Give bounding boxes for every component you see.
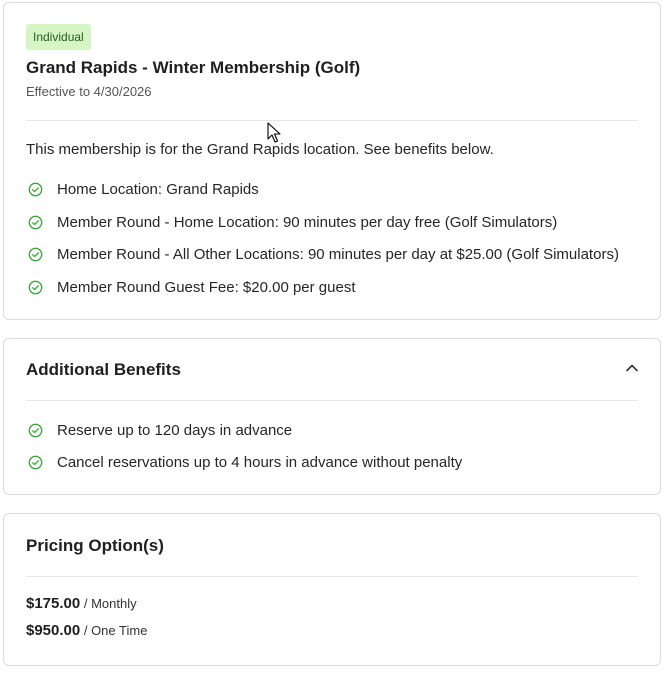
check-circle-icon bbox=[28, 423, 43, 437]
benefit-item: Home Location: Grand Rapids bbox=[28, 178, 259, 200]
price-amount: $950.00 bbox=[26, 622, 81, 639]
check-circle-icon bbox=[28, 215, 43, 229]
mouse-cursor-icon bbox=[267, 122, 281, 143]
additional-benefits-card: Additional Benefits Reserve up to 120 da… bbox=[3, 338, 661, 495]
check-circle-icon bbox=[28, 182, 43, 196]
benefit-item: Cancel reservations up to 4 hours in adv… bbox=[28, 451, 462, 473]
benefit-label: Cancel reservations up to 4 hours in adv… bbox=[57, 453, 463, 471]
price-period: / Monthly bbox=[80, 596, 137, 611]
pricing-title: Pricing Option(s) bbox=[26, 536, 164, 555]
check-circle-icon bbox=[28, 455, 43, 469]
membership-card: Individual Grand Rapids - Winter Members… bbox=[3, 2, 661, 320]
benefit-item: Member Round Guest Fee: $20.00 per guest bbox=[28, 276, 356, 298]
price-option: $950.00 / One Time bbox=[26, 622, 147, 640]
membership-description: This membership is for the Grand Rapids … bbox=[26, 141, 494, 158]
price-amount: $175.00 bbox=[26, 595, 81, 612]
benefit-item: Member Round - Home Location: 90 minutes… bbox=[28, 211, 557, 233]
benefit-label: Member Round - All Other Locations: 90 m… bbox=[57, 245, 619, 263]
benefit-item: Reserve up to 120 days in advance bbox=[28, 419, 292, 441]
benefit-label: Home Location: Grand Rapids bbox=[57, 180, 259, 198]
membership-title: Grand Rapids - Winter Membership (Golf) bbox=[26, 58, 361, 77]
benefit-label: Member Round - Home Location: 90 minutes… bbox=[57, 213, 558, 231]
divider bbox=[26, 576, 638, 577]
price-option: $175.00 / Monthly bbox=[26, 595, 137, 613]
check-circle-icon bbox=[28, 247, 43, 261]
pricing-card: Pricing Option(s) $175.00 / Monthly $950… bbox=[3, 513, 661, 666]
price-period: / One Time bbox=[80, 623, 148, 638]
chevron-up-icon[interactable] bbox=[624, 360, 640, 376]
check-circle-icon bbox=[28, 280, 43, 294]
membership-type-badge: Individual bbox=[26, 24, 91, 50]
benefit-item: Member Round - All Other Locations: 90 m… bbox=[28, 243, 619, 265]
effective-date: Effective to 4/30/2026 bbox=[26, 84, 152, 99]
additional-benefits-title[interactable]: Additional Benefits bbox=[26, 360, 181, 380]
divider bbox=[26, 400, 638, 401]
benefit-label: Member Round Guest Fee: $20.00 per guest bbox=[57, 278, 356, 296]
divider bbox=[26, 120, 638, 121]
benefit-label: Reserve up to 120 days in advance bbox=[57, 421, 293, 439]
